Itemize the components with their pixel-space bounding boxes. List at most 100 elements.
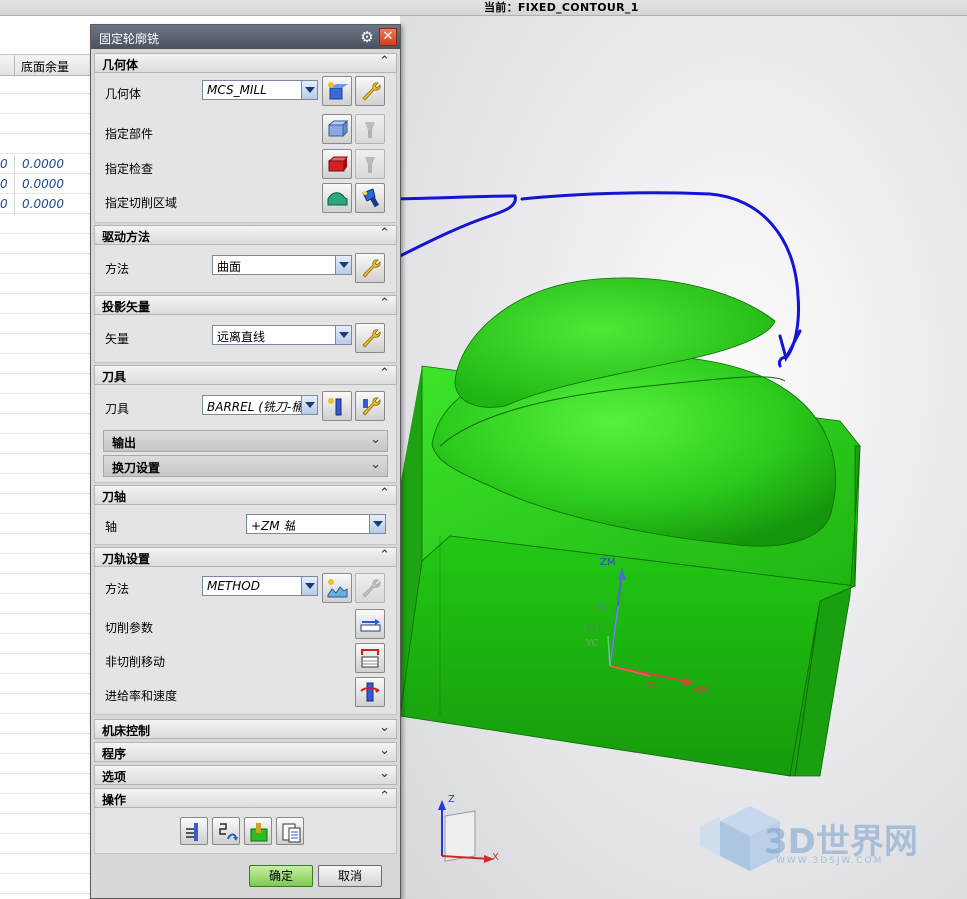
edit-drive-method-button[interactable] bbox=[355, 253, 385, 283]
chevron-down-icon[interactable] bbox=[301, 396, 317, 414]
table-row[interactable]: 0 0.0000 bbox=[0, 175, 92, 195]
axis-select[interactable]: +ZM 轴 bbox=[246, 514, 386, 534]
chevron-down-icon[interactable]: ⌄ bbox=[370, 432, 381, 447]
wrench-icon bbox=[362, 259, 381, 278]
subsection-tool-change[interactable]: 换刀设置 ⌄ bbox=[103, 455, 388, 477]
chevron-down-icon[interactable]: ⌄ bbox=[379, 720, 390, 735]
column-separator[interactable] bbox=[14, 55, 15, 77]
display-part-button[interactable] bbox=[355, 114, 385, 144]
section-body-geometry: 几何体 MCS_MILL 指定部件 指定检查 指定切削区域 bbox=[94, 73, 397, 223]
section-header-geometry[interactable]: 几何体 ⌃ bbox=[94, 53, 397, 73]
list-icon bbox=[282, 823, 301, 843]
select-part-button[interactable] bbox=[322, 114, 352, 144]
display-cut-area-button[interactable] bbox=[355, 183, 385, 213]
geometry-value: MCS_MILL bbox=[207, 83, 267, 97]
section-title-tool: 刀具 bbox=[102, 370, 127, 384]
display-check-button[interactable] bbox=[355, 149, 385, 179]
chevron-up-icon[interactable]: ⌃ bbox=[379, 366, 390, 381]
method-select[interactable]: METHOD bbox=[202, 576, 318, 596]
cut-params-label: 切削参数 bbox=[105, 621, 154, 635]
new-method-button[interactable] bbox=[322, 573, 352, 603]
verify-button[interactable] bbox=[244, 817, 272, 845]
specify-check-label: 指定检查 bbox=[105, 162, 154, 176]
section-header-machine-control[interactable]: 机床控制 ⌄ bbox=[94, 719, 397, 739]
cancel-button[interactable]: 取消 bbox=[318, 865, 382, 887]
section-title-operation: 操作 bbox=[102, 793, 127, 807]
cut-params-button[interactable] bbox=[355, 609, 385, 639]
tool-wrench-icon bbox=[362, 397, 381, 416]
chevron-down-icon[interactable]: ⌄ bbox=[379, 766, 390, 781]
new-tool-button[interactable] bbox=[322, 391, 352, 421]
section-header-drive-method[interactable]: 驱动方法 ⌃ bbox=[94, 225, 397, 245]
chevron-up-icon[interactable]: ⌃ bbox=[379, 789, 390, 804]
drive-method-select[interactable]: 曲面 bbox=[212, 255, 352, 275]
chevron-up-icon[interactable]: ⌃ bbox=[379, 486, 390, 501]
non-cut-moves-button[interactable] bbox=[355, 643, 385, 673]
axis-label-xc: XC bbox=[646, 680, 660, 691]
chevron-up-icon[interactable]: ⌃ bbox=[379, 548, 390, 563]
vector-select[interactable]: 远离直线 bbox=[212, 325, 352, 345]
chevron-down-icon[interactable] bbox=[369, 515, 385, 533]
close-icon[interactable]: ✕ bbox=[379, 28, 397, 46]
list-button[interactable] bbox=[276, 817, 304, 845]
section-title-geometry: 几何体 bbox=[102, 58, 139, 72]
feeds-speeds-button[interactable] bbox=[355, 677, 385, 707]
gear-icon[interactable]: ⚙ bbox=[358, 28, 376, 46]
axis-label-zc: ZC bbox=[594, 602, 608, 613]
table-row[interactable]: 0 0.0000 bbox=[0, 155, 92, 175]
axis-value: +ZM 轴 bbox=[251, 519, 296, 533]
edit-method-button[interactable] bbox=[355, 573, 385, 603]
new-geometry-icon bbox=[328, 82, 348, 100]
method-label: 方法 bbox=[105, 582, 130, 596]
feeds-speeds-label: 进给率和速度 bbox=[105, 689, 178, 703]
chevron-up-icon[interactable]: ⌃ bbox=[379, 226, 390, 241]
cell-separator bbox=[14, 155, 15, 175]
column-header-floor-stock[interactable]: 底面余量 bbox=[21, 58, 69, 75]
section-header-path-settings[interactable]: 刀轨设置 ⌃ bbox=[94, 547, 397, 567]
table-cell-floor-stock: 0.0000 bbox=[22, 157, 64, 171]
select-cut-area-button[interactable] bbox=[322, 183, 352, 213]
section-header-options[interactable]: 选项 ⌄ bbox=[94, 765, 397, 785]
generate-button[interactable] bbox=[180, 817, 208, 845]
axis-label-xm: XM bbox=[692, 685, 708, 696]
triad-label-z: Z bbox=[448, 794, 455, 805]
non-cut-moves-icon bbox=[361, 649, 379, 668]
edit-vector-button[interactable] bbox=[355, 323, 385, 353]
table-row[interactable]: 0 0.0000 bbox=[0, 195, 92, 215]
section-header-operation[interactable]: 操作 ⌃ bbox=[94, 788, 397, 808]
chevron-up-icon[interactable]: ⌃ bbox=[379, 54, 390, 69]
subsection-output[interactable]: 输出 ⌄ bbox=[103, 430, 388, 452]
section-header-program[interactable]: 程序 ⌄ bbox=[94, 742, 397, 762]
section-body-drive-method: 方法 曲面 bbox=[94, 245, 397, 293]
geometry-select[interactable]: MCS_MILL bbox=[202, 80, 318, 100]
watermark-url: WWW.3DSJW.COM bbox=[776, 856, 884, 866]
replay-button[interactable] bbox=[212, 817, 240, 845]
chevron-down-icon[interactable] bbox=[301, 577, 317, 595]
dialog-titlebar[interactable]: 固定轮廓铣 ⚙ ✕ bbox=[91, 25, 400, 49]
chevron-down-icon[interactable]: ⌄ bbox=[370, 457, 381, 472]
table-cell-floor-stock: 0.0000 bbox=[22, 197, 64, 211]
chevron-down-icon[interactable] bbox=[335, 326, 351, 344]
section-header-projection-vector[interactable]: 投影矢量 ⌃ bbox=[94, 295, 397, 315]
chevron-up-icon[interactable]: ⌃ bbox=[379, 296, 390, 311]
chevron-down-icon[interactable] bbox=[335, 256, 351, 274]
chevron-down-icon[interactable]: ⌄ bbox=[379, 743, 390, 758]
fixed-contour-dialog[interactable]: 固定轮廓铣 ⚙ ✕ 几何体 ⌃ 几何体 MCS_MILL 指定部件 指定检查 指… bbox=[90, 24, 401, 899]
axis-label-yc: YC bbox=[586, 638, 599, 649]
chevron-down-icon[interactable] bbox=[301, 81, 317, 99]
section-header-tool[interactable]: 刀具 ⌃ bbox=[94, 365, 397, 385]
triad-label-x: X bbox=[492, 852, 499, 863]
new-geometry-button[interactable] bbox=[322, 76, 352, 106]
generate-icon bbox=[186, 823, 198, 841]
graphics-viewport[interactable]: ZM ZC YM YC XC XM Z X 3D世界网 WWW.3DSJW.CO… bbox=[400, 16, 967, 899]
ok-button[interactable]: 确定 bbox=[249, 865, 313, 887]
current-operation-label: 当前：FIXED_CONTOUR_1 bbox=[484, 1, 639, 14]
section-header-tool-axis[interactable]: 刀轴 ⌃ bbox=[94, 485, 397, 505]
select-check-button[interactable] bbox=[322, 149, 352, 179]
dialog-title: 固定轮廓铣 bbox=[99, 32, 160, 46]
section-title-projection-vector: 投影矢量 bbox=[102, 300, 151, 314]
edit-geometry-button[interactable] bbox=[355, 76, 385, 106]
tool-select[interactable]: BARREL (铣刀-桶 bbox=[202, 395, 318, 415]
edit-tool-button[interactable] bbox=[355, 391, 385, 421]
cell-separator bbox=[14, 175, 15, 195]
